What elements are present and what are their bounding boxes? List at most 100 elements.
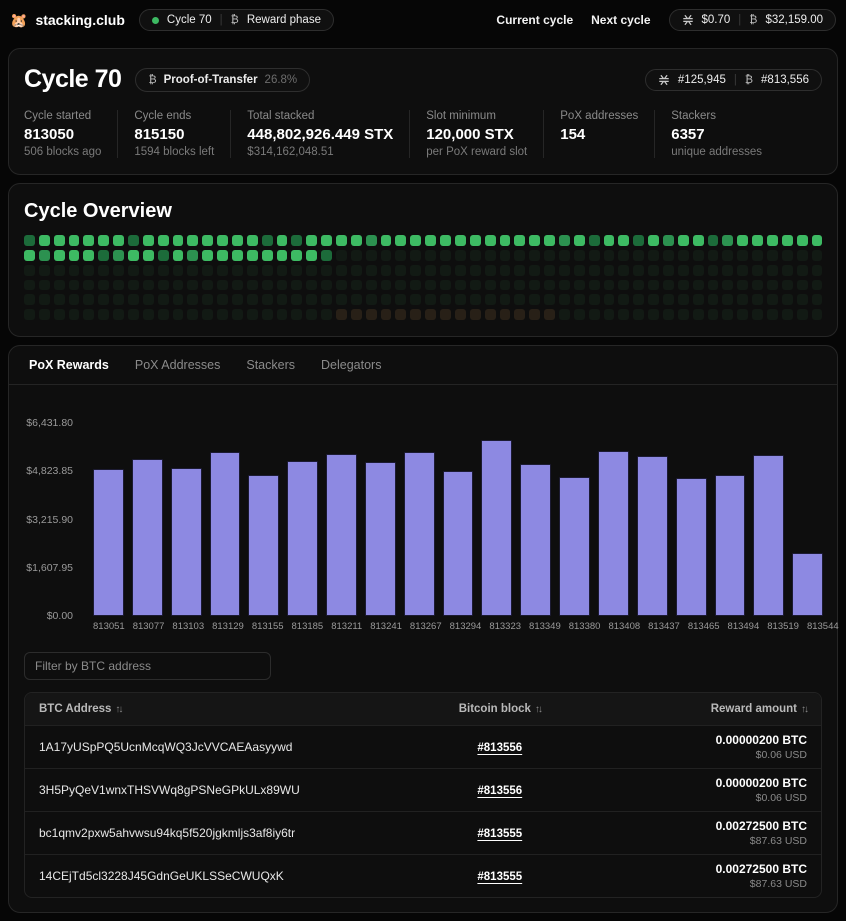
block-cell-empty[interactable] [514, 250, 525, 261]
block-cell-empty[interactable] [470, 265, 481, 276]
block-cell-filled[interactable] [410, 309, 421, 320]
block-cell-empty[interactable] [381, 294, 392, 305]
block-cell-empty[interactable] [381, 250, 392, 261]
tab-delegators[interactable]: Delegators [321, 346, 381, 384]
tab-pox-addresses[interactable]: PoX Addresses [135, 346, 220, 384]
block-cell-empty[interactable] [262, 280, 273, 291]
block-cell-filled[interactable] [455, 235, 466, 246]
block-cell-filled[interactable] [232, 250, 243, 261]
block-cell-empty[interactable] [752, 280, 763, 291]
block-cell-empty[interactable] [113, 280, 124, 291]
block-cell-filled[interactable] [797, 235, 808, 246]
block-cell-empty[interactable] [618, 280, 629, 291]
block-cell-filled[interactable] [321, 235, 332, 246]
block-cell-empty[interactable] [514, 294, 525, 305]
block-cell-filled[interactable] [128, 235, 139, 246]
tab-pox-rewards[interactable]: PoX Rewards [29, 346, 109, 384]
block-cell-empty[interactable] [262, 294, 273, 305]
block-cell-empty[interactable] [737, 309, 748, 320]
block-cell-empty[interactable] [708, 250, 719, 261]
block-cell-filled[interactable] [247, 250, 258, 261]
block-cell-empty[interactable] [321, 265, 332, 276]
bar-813051[interactable] [93, 407, 124, 616]
col-header-reward-amount[interactable]: Reward amount↑↓ [615, 703, 807, 715]
block-cell-empty[interactable] [232, 265, 243, 276]
block-cell-filled[interactable] [470, 235, 481, 246]
block-cell-empty[interactable] [663, 265, 674, 276]
block-cell-empty[interactable] [693, 250, 704, 261]
bar-813267[interactable] [404, 407, 435, 616]
bar-rect[interactable] [753, 455, 784, 616]
block-cell-filled[interactable] [381, 235, 392, 246]
bar-813211[interactable] [326, 407, 357, 616]
sort-icon[interactable]: ↑↓ [535, 704, 541, 715]
block-cell-empty[interactable] [306, 265, 317, 276]
block-cell-filled[interactable] [514, 309, 525, 320]
block-cell-empty[interactable] [336, 294, 347, 305]
block-cell-empty[interactable] [187, 294, 198, 305]
block-cell-filled[interactable] [217, 250, 228, 261]
block-cell-filled[interactable] [633, 235, 644, 246]
block-cell-empty[interactable] [574, 294, 585, 305]
bar-rect[interactable] [559, 477, 590, 616]
block-cell-empty[interactable] [544, 250, 555, 261]
block-cell-empty[interactable] [351, 250, 362, 261]
block-cell-empty[interactable] [113, 309, 124, 320]
block-cell-filled[interactable] [173, 250, 184, 261]
block-cell-filled[interactable] [812, 235, 823, 246]
block-cell-filled[interactable] [202, 250, 213, 261]
block-cell-empty[interactable] [737, 294, 748, 305]
block-cell-empty[interactable] [113, 294, 124, 305]
block-cell-empty[interactable] [544, 294, 555, 305]
block-cell-empty[interactable] [158, 280, 169, 291]
bar-rect[interactable] [93, 469, 124, 616]
block-cell-empty[interactable] [782, 280, 793, 291]
block-cell-empty[interactable] [455, 250, 466, 261]
block-cell-empty[interactable] [737, 250, 748, 261]
block-cell-empty[interactable] [395, 250, 406, 261]
block-cell-empty[interactable] [737, 280, 748, 291]
block-cell-empty[interactable] [544, 280, 555, 291]
block-cell-empty[interactable] [98, 309, 109, 320]
block-cell-empty[interactable] [812, 309, 823, 320]
bar-813544[interactable] [792, 407, 823, 616]
block-cell-empty[interactable] [366, 250, 377, 261]
block-cell-filled[interactable] [440, 235, 451, 246]
block-cell-empty[interactable] [291, 294, 302, 305]
bar-rect[interactable] [792, 553, 823, 616]
block-cell-filled[interactable] [381, 309, 392, 320]
proof-of-transfer-badge[interactable]: ₿ Proof-of-Transfer 26.8% [135, 68, 310, 92]
block-cell-empty[interactable] [83, 265, 94, 276]
block-cell-empty[interactable] [24, 280, 35, 291]
sort-icon[interactable]: ↑↓ [801, 704, 807, 715]
bar-rect[interactable] [287, 461, 318, 616]
block-cell-empty[interactable] [529, 280, 540, 291]
block-cell-empty[interactable] [470, 294, 481, 305]
block-cell-empty[interactable] [321, 280, 332, 291]
bar-rect[interactable] [365, 462, 396, 616]
block-cell-empty[interactable] [366, 280, 377, 291]
block-cell-empty[interactable] [69, 265, 80, 276]
block-cell-filled[interactable] [485, 309, 496, 320]
block-cell-filled[interactable] [83, 235, 94, 246]
block-cell-empty[interactable] [54, 265, 65, 276]
block-cell-empty[interactable] [678, 250, 689, 261]
block-cell-empty[interactable] [633, 250, 644, 261]
block-cell-empty[interactable] [559, 309, 570, 320]
bitcoin-block-link[interactable]: #813556 [477, 742, 522, 754]
block-cell-filled[interactable] [98, 235, 109, 246]
block-cell-empty[interactable] [752, 250, 763, 261]
block-cell-empty[interactable] [410, 250, 421, 261]
block-cell-empty[interactable] [336, 280, 347, 291]
block-cell-empty[interactable] [39, 294, 50, 305]
block-cell-empty[interactable] [485, 250, 496, 261]
block-cell-empty[interactable] [722, 294, 733, 305]
block-cell-empty[interactable] [797, 309, 808, 320]
block-cell-empty[interactable] [291, 309, 302, 320]
block-cell-empty[interactable] [782, 309, 793, 320]
block-cell-empty[interactable] [351, 280, 362, 291]
block-cell-empty[interactable] [187, 280, 198, 291]
block-cell-filled[interactable] [500, 235, 511, 246]
block-cell-empty[interactable] [722, 309, 733, 320]
price-badge[interactable]: $0.70 | ₿ $32,159.00 [669, 9, 837, 31]
